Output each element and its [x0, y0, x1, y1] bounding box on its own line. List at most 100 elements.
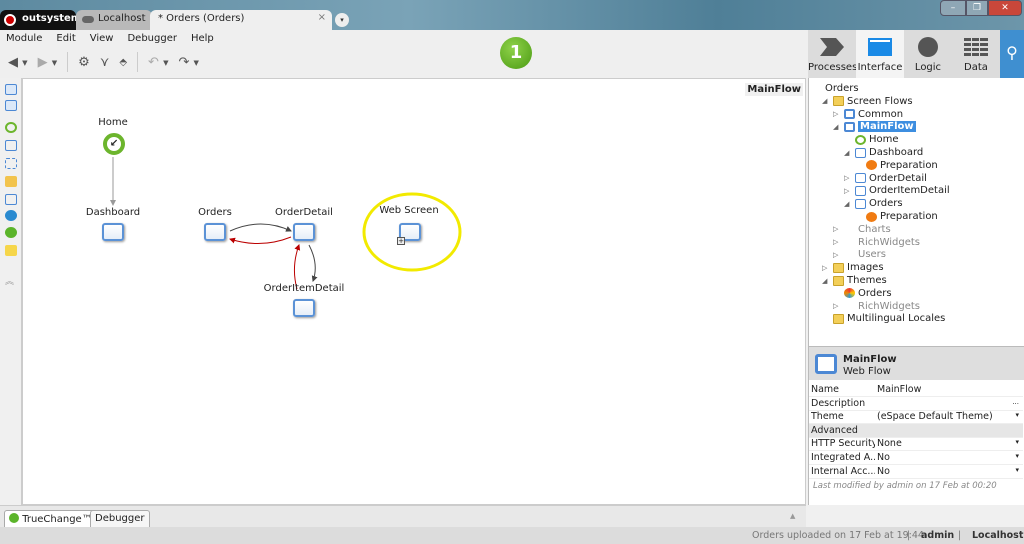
tree-item[interactable]: ▷ Charts — [833, 223, 891, 236]
expander-icon[interactable]: ◢ — [822, 97, 830, 105]
expander-icon[interactable]: ▷ — [844, 187, 852, 195]
forward-icon[interactable]: ▶ ▾ — [38, 55, 58, 70]
web-screen-icon[interactable] — [5, 140, 17, 151]
property-value[interactable]: No — [877, 466, 890, 477]
minimize-button[interactable]: – — [940, 0, 966, 16]
tab-truechange[interactable]: TrueChange™ — [4, 510, 97, 528]
comment-icon[interactable] — [5, 245, 17, 256]
separator: | — [958, 530, 962, 541]
interface-icon — [868, 38, 892, 56]
tab-interface[interactable]: Interface — [856, 30, 904, 78]
expander-icon[interactable]: ▷ — [833, 225, 841, 233]
tree-item[interactable]: ▷ RichWidgets — [833, 300, 920, 313]
external-site-icon[interactable] — [5, 194, 17, 205]
prep-icon — [866, 160, 877, 171]
expander-icon[interactable]: ▷ — [833, 302, 841, 310]
form-widget-icon[interactable] — [5, 100, 17, 111]
back-icon[interactable]: ◀ ▾ — [8, 55, 28, 70]
expander-icon[interactable]: ▷ — [833, 110, 841, 118]
exception-handler-icon[interactable] — [5, 227, 17, 238]
expander-icon[interactable]: ◢ — [844, 200, 852, 208]
ellipsis-button[interactable]: ... — [1012, 398, 1019, 406]
outsystems-tab[interactable]: outsystems — [0, 10, 87, 30]
expander-icon[interactable]: ◢ — [844, 149, 852, 157]
property-value[interactable]: (eSpace Default Theme) — [877, 411, 993, 422]
property-row[interactable]: Internal Acc... No ▾ — [809, 465, 1023, 479]
tab-debugger[interactable]: Debugger — [90, 510, 150, 528]
tab-logic[interactable]: Logic — [904, 30, 952, 78]
tree-item[interactable]: ▷ OrderItemDetail — [844, 184, 950, 197]
menu-module[interactable]: Module — [6, 33, 42, 44]
tree-item[interactable]: ▷ OrderDetail — [844, 172, 927, 185]
menu-view[interactable]: View — [90, 33, 114, 44]
menu-debugger[interactable]: Debugger — [127, 33, 177, 44]
property-value[interactable]: MainFlow — [877, 384, 921, 395]
maximize-button[interactable]: ❐ — [966, 0, 988, 16]
property-value[interactable]: No — [877, 452, 890, 463]
dropdown-arrow-icon[interactable]: ▾ — [1015, 466, 1019, 474]
dropdown-arrow-icon[interactable]: ▾ — [1015, 452, 1019, 460]
undo-icon[interactable]: ↶ ▾ — [148, 55, 168, 70]
screen-node-dashboard[interactable] — [102, 223, 124, 241]
tree-item[interactable]: ◢ MainFlow — [833, 120, 916, 133]
dropdown-arrow-icon[interactable]: ▾ — [1015, 438, 1019, 446]
property-row[interactable]: Theme (eSpace Default Theme) ▾ — [809, 410, 1023, 425]
element-tree: Orders ◢ Screen Flows ▷ Common ◢ MainFlow Home ◢… — [808, 78, 1024, 346]
settings-icon[interactable]: ⚙ — [78, 55, 90, 70]
close-tab-icon[interactable]: × — [318, 12, 326, 23]
globe-icon[interactable] — [5, 210, 17, 221]
screen-node-orders[interactable] — [204, 223, 226, 241]
tree-item[interactable]: Preparation — [855, 159, 938, 172]
orders-module-tab[interactable]: * Orders (Orders) × — [150, 10, 332, 30]
expander-icon[interactable]: ▷ — [822, 264, 830, 272]
screen-node-orderdetail[interactable] — [293, 223, 315, 241]
tab-data[interactable]: Data — [952, 30, 1000, 78]
merge-icon[interactable]: ⬘ — [119, 57, 127, 68]
compare-icon[interactable]: ⋎ — [100, 55, 110, 70]
dropdown-arrow-icon[interactable]: ▾ — [1015, 411, 1019, 419]
tree-item[interactable]: Orders — [833, 287, 892, 300]
tab-label: Data — [964, 62, 988, 73]
redo-icon[interactable]: ↷ ▾ — [179, 55, 199, 70]
web-block-icon[interactable] — [5, 158, 17, 169]
publish-button[interactable]: 1 — [500, 37, 532, 69]
tree-item[interactable]: ◢ Orders — [844, 197, 903, 210]
flow-canvas[interactable]: MainFlow Home ↙ Dashboard Orders OrderDe… — [22, 78, 806, 505]
screen-node-orderitemdetail[interactable] — [293, 299, 315, 317]
home-entry-icon[interactable]: ↙ — [103, 133, 125, 155]
tab-processes[interactable]: Processes — [808, 30, 857, 78]
expander-icon[interactable]: ◢ — [822, 277, 830, 285]
expander-icon[interactable]: ▷ — [844, 174, 852, 182]
expander-icon[interactable]: ▷ — [833, 251, 841, 259]
expander-icon[interactable]: ▷ — [833, 238, 841, 246]
search-button[interactable]: ⚲ — [1000, 30, 1024, 78]
close-window-button[interactable]: ✕ — [988, 0, 1022, 16]
tree-item[interactable]: Multilingual Locales — [822, 312, 945, 325]
tree-item[interactable]: ◢ Dashboard — [844, 146, 923, 159]
expander-icon[interactable]: ◢ — [833, 123, 841, 131]
email-icon[interactable] — [5, 176, 17, 187]
tree-item[interactable]: ▷ RichWidgets — [833, 236, 920, 249]
property-row[interactable]: HTTP Security None ▾ — [809, 437, 1023, 452]
property-row[interactable]: Integrated A... No ▾ — [809, 451, 1023, 465]
tree-item[interactable]: Preparation — [855, 210, 938, 223]
tree-item[interactable]: ◢ Themes — [822, 274, 887, 287]
tree-item[interactable]: ◢ Screen Flows — [822, 95, 913, 108]
collapse-icon[interactable]: ︽ — [5, 274, 17, 287]
property-row[interactable]: Description... — [809, 397, 1023, 411]
tab-list-button[interactable]: ▾ — [335, 13, 349, 27]
tree-item[interactable]: Orders — [811, 82, 859, 95]
tree-item[interactable]: ▷ Common — [833, 108, 903, 121]
menu-edit[interactable]: Edit — [56, 33, 75, 44]
tree-item[interactable]: ▷ Users — [833, 248, 886, 261]
theme-icon — [844, 288, 855, 299]
tree-item[interactable]: ▷ Images — [822, 261, 884, 274]
localhost-tab[interactable]: Localhost — [76, 10, 152, 30]
entry-icon[interactable] — [5, 122, 17, 133]
property-row[interactable]: Name MainFlow — [809, 383, 1023, 397]
expand-panel-icon[interactable]: ▲ — [790, 512, 795, 520]
property-value[interactable]: None — [877, 438, 902, 449]
tree-item[interactable]: Home — [844, 133, 899, 146]
menu-help[interactable]: Help — [191, 33, 214, 44]
table-widget-icon[interactable] — [5, 84, 17, 95]
